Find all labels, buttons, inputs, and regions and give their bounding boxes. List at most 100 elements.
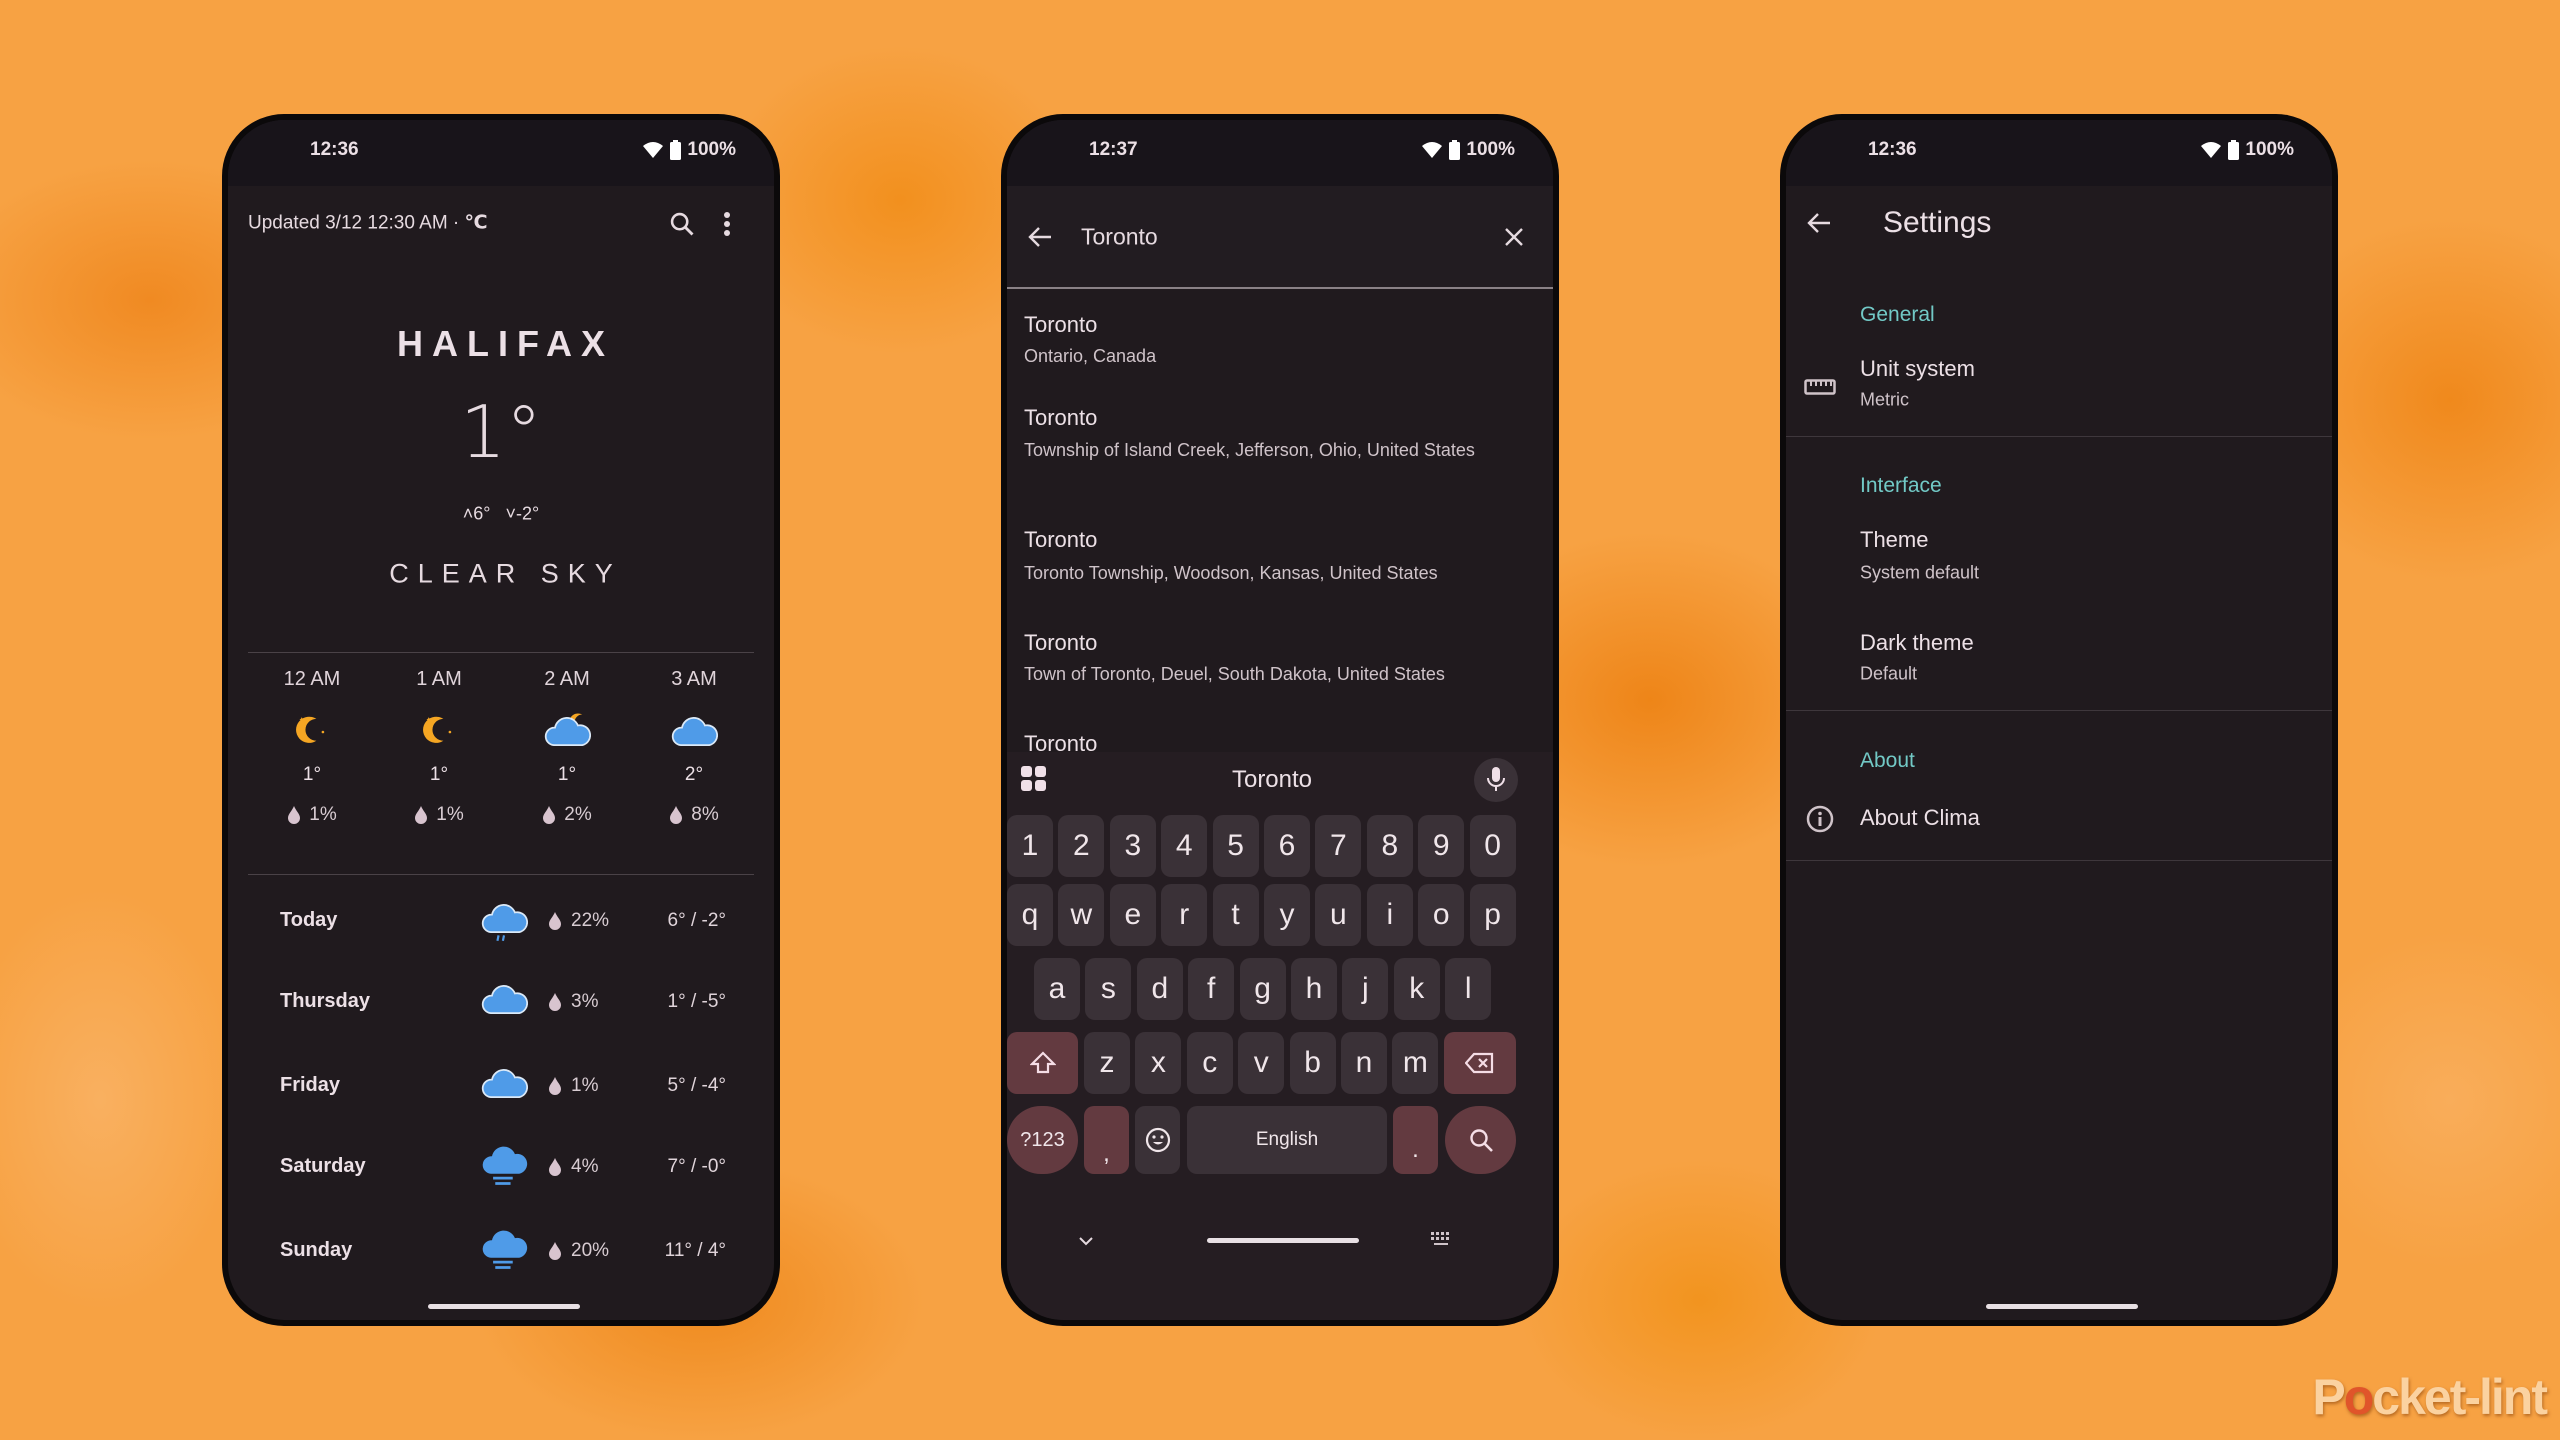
key-a[interactable]: a <box>1034 958 1080 1020</box>
home-indicator[interactable] <box>1986 1304 2138 1309</box>
setting-value: Metric <box>1860 389 1909 410</box>
key-5[interactable]: 5 <box>1212 815 1259 877</box>
key-x[interactable]: x <box>1135 1032 1182 1094</box>
search-input[interactable]: Toronto <box>1081 224 1158 251</box>
search-key[interactable] <box>1445 1106 1516 1174</box>
space-key[interactable]: English <box>1187 1106 1387 1174</box>
key-v[interactable]: v <box>1238 1032 1285 1094</box>
key-e[interactable]: e <box>1109 884 1156 946</box>
moon-icon <box>423 716 452 743</box>
search-bar: Toronto <box>1007 186 1553 287</box>
settings-phone: 12:36 100% Settings General Unit system … <box>1780 114 2338 1326</box>
more-options-icon[interactable] <box>722 210 732 238</box>
day-name: Today <box>280 909 338 931</box>
status-icons: 100% <box>1421 139 1515 161</box>
current-temp: 1° <box>460 390 542 474</box>
day-name: Saturday <box>280 1155 366 1177</box>
key-y[interactable]: y <box>1264 884 1310 946</box>
battery-percent: 100% <box>1466 139 1515 160</box>
daily-row[interactable]: Today 22% 6° / -2° <box>228 891 774 951</box>
precip-value: 4% <box>571 1156 599 1177</box>
hour-icon-wrap <box>512 702 622 762</box>
key-f[interactable]: f <box>1188 958 1235 1020</box>
keyboard-switch-icon[interactable] <box>1431 1232 1453 1248</box>
low-temp: -2° <box>516 503 540 524</box>
home-indicator[interactable] <box>1207 1238 1359 1243</box>
comma-key[interactable]: , <box>1084 1106 1129 1174</box>
key-3[interactable]: 3 <box>1109 815 1156 877</box>
key-2[interactable]: 2 <box>1058 815 1105 877</box>
result-subtitle: Ontario, Canada <box>1024 346 1157 366</box>
key-g[interactable]: g <box>1239 958 1286 1020</box>
updated-text: Updated 3/12 12:30 AM · <box>248 212 465 234</box>
daily-row[interactable]: Sunday 20% 11° / 4° <box>228 1221 774 1281</box>
key-m[interactable]: m <box>1392 1032 1439 1094</box>
key-t[interactable]: t <box>1212 884 1259 946</box>
divider <box>248 874 754 875</box>
key-q[interactable]: q <box>1007 884 1053 946</box>
hour-icon-wrap <box>257 702 367 762</box>
key-j[interactable]: j <box>1342 958 1389 1020</box>
key-7[interactable]: 7 <box>1315 815 1362 877</box>
hour-icon-wrap <box>384 702 494 762</box>
pocketlint-watermark: Pocket-lint <box>2312 1369 2548 1425</box>
key-i[interactable]: i <box>1366 884 1413 946</box>
key-6[interactable]: 6 <box>1264 815 1310 877</box>
setting-title: Dark theme <box>1860 630 1974 655</box>
backspace-key[interactable] <box>1444 1032 1516 1094</box>
key-8[interactable]: 8 <box>1366 815 1413 877</box>
key-l[interactable]: l <box>1445 958 1492 1020</box>
daily-row[interactable]: Thursday 3% 1° / -5° <box>228 972 774 1032</box>
battery-icon <box>1449 140 1461 160</box>
key-o[interactable]: o <box>1418 884 1465 946</box>
period-key[interactable]: . <box>1393 1106 1438 1174</box>
low-arrow-icon: ˅ <box>505 503 517 524</box>
home-indicator[interactable] <box>428 1304 580 1309</box>
key-4[interactable]: 4 <box>1161 815 1208 877</box>
hour-label: 1 AM <box>416 668 462 690</box>
key-h[interactable]: h <box>1291 958 1337 1020</box>
hourly-item: 3 AM 2° 8% <box>639 668 749 826</box>
key-0[interactable]: 0 <box>1469 815 1516 877</box>
hourly-item: 1 AM 1° 1% <box>384 668 494 826</box>
hide-keyboard-icon[interactable] <box>1078 1236 1094 1246</box>
voice-input-button[interactable] <box>1474 758 1518 802</box>
apps-grid-icon[interactable] <box>1021 766 1047 792</box>
symbols-key[interactable]: ?123 <box>1007 1106 1078 1174</box>
shift-key[interactable] <box>1007 1032 1078 1094</box>
back-arrow-icon[interactable] <box>1027 226 1053 248</box>
emoji-key[interactable] <box>1135 1106 1180 1174</box>
key-d[interactable]: d <box>1136 958 1183 1020</box>
key-s[interactable]: s <box>1085 958 1132 1020</box>
hour-precip: 1% <box>257 804 367 826</box>
daily-row[interactable]: Friday 1% 5° / -4° <box>228 1056 774 1116</box>
precipitation-icon <box>288 805 301 824</box>
daily-row[interactable]: Saturday 4% 7° / -0° <box>228 1137 774 1197</box>
key-r[interactable]: r <box>1161 884 1208 946</box>
precip-value: 8% <box>691 804 719 825</box>
search-icon[interactable] <box>668 210 696 238</box>
suggestion[interactable]: Toronto <box>1157 766 1387 794</box>
result-title: Toronto <box>1024 630 1098 655</box>
key-9[interactable]: 9 <box>1418 815 1465 877</box>
precip-value: 3% <box>571 991 599 1012</box>
divider <box>248 652 754 653</box>
key-k[interactable]: k <box>1393 958 1440 1020</box>
key-w[interactable]: w <box>1058 884 1105 946</box>
rain-icon <box>481 904 528 942</box>
setting-value: System default <box>1860 562 1980 583</box>
shift-icon <box>1029 1051 1056 1074</box>
key-p[interactable]: p <box>1469 884 1516 946</box>
key-n[interactable]: n <box>1341 1032 1387 1094</box>
clear-icon[interactable] <box>1504 227 1524 247</box>
wifi-icon <box>1422 142 1443 158</box>
key-z[interactable]: z <box>1084 1032 1130 1094</box>
key-c[interactable]: c <box>1186 1032 1233 1094</box>
unit-toggle[interactable]: ℃ <box>465 213 488 234</box>
back-arrow-icon[interactable] <box>1806 212 1832 234</box>
key-u[interactable]: u <box>1315 884 1362 946</box>
section-header-about: About <box>1860 749 1915 772</box>
result-subtitle: Township of Island Creek, Jefferson, Ohi… <box>1024 440 1475 460</box>
key-b[interactable]: b <box>1289 1032 1336 1094</box>
key-1[interactable]: 1 <box>1007 815 1053 877</box>
